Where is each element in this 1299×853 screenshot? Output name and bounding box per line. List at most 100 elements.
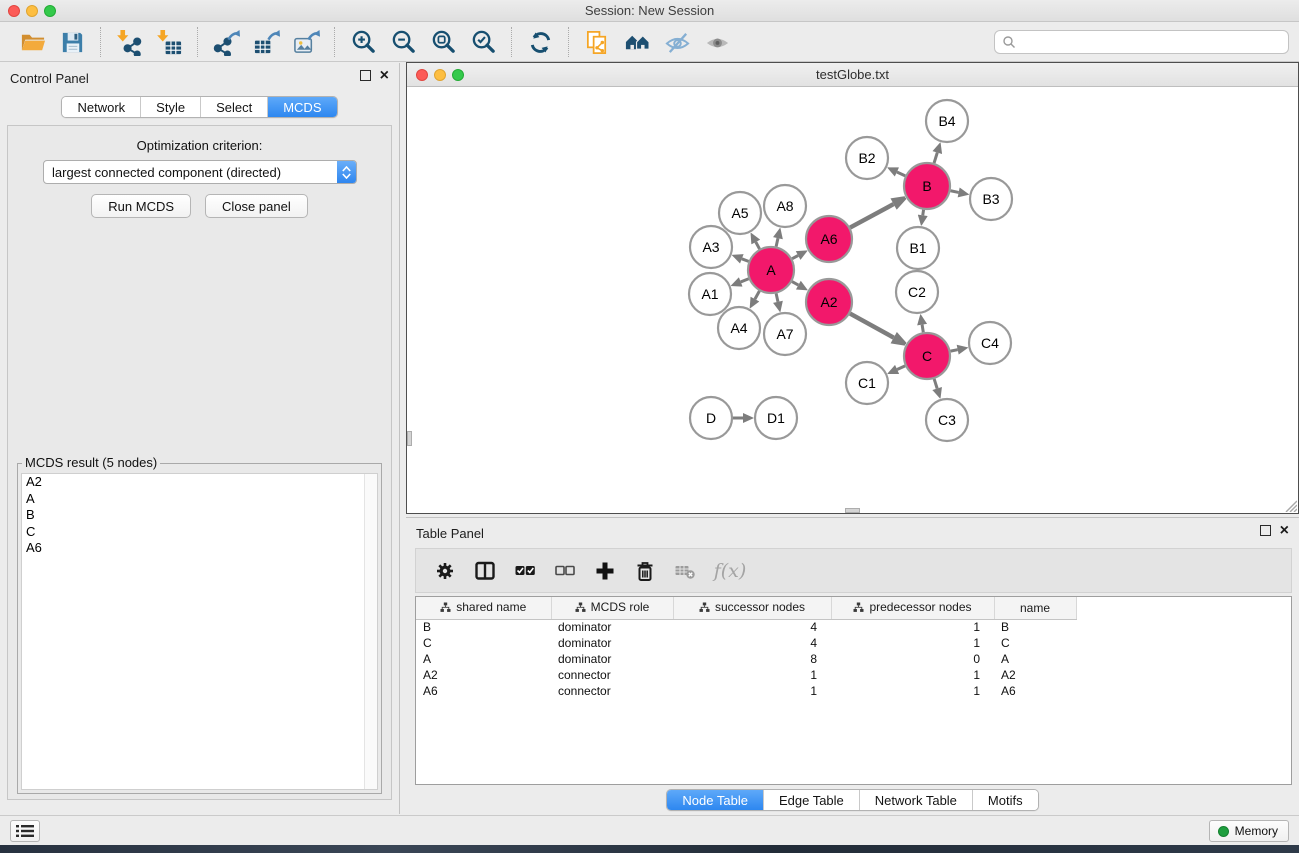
column-header-successor-nodes[interactable]: successor nodes [673, 597, 831, 619]
tab-style[interactable]: Style [141, 97, 201, 117]
table-row[interactable]: Cdominator41C [416, 635, 1076, 651]
column-header-predecessor-nodes[interactable]: predecessor nodes [831, 597, 994, 619]
cell-MCDS-role[interactable]: dominator [551, 651, 673, 667]
import-network-button[interactable] [109, 26, 149, 58]
close-panel-icon[interactable]: × [380, 70, 389, 81]
cell-name[interactable]: A6 [994, 683, 1076, 699]
cell-MCDS-role[interactable]: dominator [551, 635, 673, 651]
search-input[interactable] [1021, 35, 1288, 50]
graph-edge-C-C4[interactable] [951, 350, 958, 351]
cell-MCDS-role[interactable]: connector [551, 683, 673, 699]
cell-shared-name[interactable]: A2 [416, 667, 551, 683]
network-canvas[interactable]: B4B2BB3A5A8A6A3B1AA1C2A2A4A7C4CC1DD1C3 [407, 88, 1298, 513]
mcds-result-list[interactable]: A2ABCA6 [21, 473, 378, 790]
cell-name[interactable]: A2 [994, 667, 1076, 683]
column-header-shared-name[interactable]: shared name [416, 597, 551, 619]
graph-edge-C-C3[interactable] [934, 379, 937, 389]
cell-successor-nodes[interactable]: 4 [673, 635, 831, 651]
cell-successor-nodes[interactable]: 1 [673, 667, 831, 683]
mcds-result-item[interactable]: C [22, 524, 377, 541]
select-all-columns-button[interactable] [508, 554, 542, 588]
memory-button[interactable]: Memory [1209, 820, 1289, 842]
cell-shared-name[interactable]: A6 [416, 683, 551, 699]
refresh-view-button[interactable] [520, 26, 560, 58]
add-column-button[interactable] [588, 554, 622, 588]
cell-name[interactable]: C [994, 635, 1076, 651]
horizontal-scroll-thumb[interactable] [845, 508, 860, 513]
graph-edge-A-A3[interactable] [742, 259, 749, 262]
cell-shared-name[interactable]: B [416, 619, 551, 635]
zoom-selected-button[interactable] [463, 26, 503, 58]
deselect-all-columns-button[interactable] [548, 554, 582, 588]
criterion-dropdown[interactable]: largest connected component (directed) [43, 160, 357, 184]
cell-name[interactable]: B [994, 619, 1076, 635]
mcds-result-item[interactable]: B [22, 507, 377, 524]
zoom-in-button[interactable] [343, 26, 383, 58]
graph-edge-B-B4[interactable] [934, 153, 937, 164]
show-all-button[interactable] [617, 26, 657, 58]
graph-edge-B-B1[interactable] [923, 210, 924, 216]
graph-edge-C-C2[interactable] [922, 325, 923, 333]
tab-network[interactable]: Network [62, 97, 141, 117]
vertical-scroll-thumb[interactable] [407, 431, 412, 446]
column-header-name[interactable]: name [994, 597, 1076, 619]
zoom-out-button[interactable] [383, 26, 423, 58]
cell-successor-nodes[interactable]: 8 [673, 651, 831, 667]
tab-mcds[interactable]: MCDS [268, 97, 336, 117]
mcds-result-item[interactable]: A [22, 491, 377, 508]
tab-motifs[interactable]: Motifs [973, 790, 1038, 810]
graph-edge-A-A4[interactable] [755, 291, 759, 299]
export-image-button[interactable] [286, 26, 326, 58]
export-table-button[interactable] [246, 26, 286, 58]
cell-predecessor-nodes[interactable]: 1 [831, 619, 994, 635]
cell-MCDS-role[interactable]: dominator [551, 619, 673, 635]
show-columns-button[interactable] [468, 554, 502, 588]
cell-predecessor-nodes[interactable]: 1 [831, 635, 994, 651]
cell-successor-nodes[interactable]: 1 [673, 683, 831, 699]
float-panel-icon[interactable] [360, 70, 371, 81]
graph-edge-A-A8[interactable] [776, 238, 778, 246]
tab-network-table[interactable]: Network Table [860, 790, 973, 810]
float-table-panel-icon[interactable] [1260, 525, 1271, 536]
graph-edge-A-A5[interactable] [756, 242, 760, 249]
open-session-button[interactable] [12, 26, 52, 58]
close-table-panel-icon[interactable]: × [1280, 525, 1289, 536]
resize-grip-icon[interactable] [1283, 498, 1297, 512]
graph-edge-A6-B[interactable] [850, 204, 893, 228]
table-row[interactable]: Adominator80A [416, 651, 1076, 667]
cell-predecessor-nodes[interactable]: 1 [831, 683, 994, 699]
network-window-titlebar[interactable]: testGlobe.txt [407, 63, 1298, 87]
tab-select[interactable]: Select [201, 97, 268, 117]
cell-successor-nodes[interactable]: 4 [673, 619, 831, 635]
import-table-button[interactable] [149, 26, 189, 58]
delete-columns-button[interactable] [628, 554, 662, 588]
graph-edge-B-B3[interactable] [951, 191, 959, 193]
save-session-button[interactable] [52, 26, 92, 58]
task-history-button[interactable] [10, 820, 40, 842]
graph-edge-A-A1[interactable] [741, 279, 749, 282]
tab-edge-table[interactable]: Edge Table [764, 790, 860, 810]
table-row[interactable]: A2connector11A2 [416, 667, 1076, 683]
cell-shared-name[interactable]: A [416, 651, 551, 667]
cell-MCDS-role[interactable]: connector [551, 667, 673, 683]
export-network-button[interactable] [206, 26, 246, 58]
search-box[interactable] [994, 30, 1289, 54]
table-row[interactable]: Bdominator41B [416, 619, 1076, 635]
network-from-selection-button[interactable] [577, 26, 617, 58]
mcds-result-item[interactable]: A2 [22, 474, 377, 491]
graph-edge-A-A2[interactable] [792, 282, 798, 285]
graph-edge-A-A7[interactable] [776, 293, 778, 301]
cell-predecessor-nodes[interactable]: 0 [831, 651, 994, 667]
graph-edge-A2-C[interactable] [850, 314, 894, 338]
graph-edge-B-B2[interactable] [897, 172, 905, 176]
tab-node-table[interactable]: Node Table [667, 790, 764, 810]
result-scrollbar[interactable] [364, 474, 377, 789]
network-graph[interactable]: B4B2BB3A5A8A6A3B1AA1C2A2A4A7C4CC1DD1C3 [407, 88, 1298, 514]
cell-shared-name[interactable]: C [416, 635, 551, 651]
zoom-fit-button[interactable] [423, 26, 463, 58]
run-mcds-button[interactable]: Run MCDS [91, 194, 191, 218]
graph-edge-A-A6[interactable] [792, 255, 798, 258]
settings-button[interactable] [428, 554, 462, 588]
cell-predecessor-nodes[interactable]: 1 [831, 667, 994, 683]
table-row[interactable]: A6connector11A6 [416, 683, 1076, 699]
